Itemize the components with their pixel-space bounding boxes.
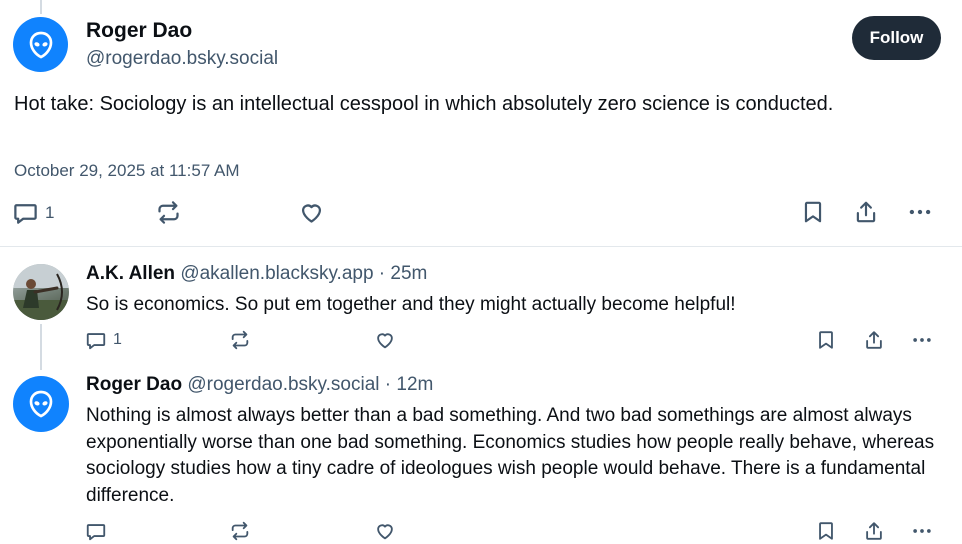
avatar-main-author[interactable] [13,17,68,72]
reply-like-button[interactable] [374,520,396,542]
reply-more-button[interactable] [910,329,934,351]
reply-bookmark-button[interactable] [815,329,837,351]
reply-repost-button[interactable] [229,520,251,542]
main-reply-count: 1 [45,202,55,222]
archer-photo-icon [13,264,69,320]
reply-author-name[interactable]: A.K. Allen [86,263,175,284]
share-icon [853,199,879,225]
more-icon [910,520,934,542]
share-icon [863,520,885,542]
divider [0,246,962,247]
main-like-button[interactable] [298,199,325,226]
main-reply-button[interactable]: 1 [12,199,54,226]
more-icon [906,199,934,225]
like-icon [374,329,396,351]
reply-header: A.K. Allen @akallen.blacksky.app · 25m [86,263,427,285]
reply-time[interactable]: · 25m [379,263,428,284]
more-icon [910,329,934,351]
main-author-name[interactable]: Roger Dao [86,19,192,43]
repost-icon [155,199,182,226]
thread-line-top [40,0,42,14]
alien-icon [25,388,57,420]
alien-icon [25,29,57,61]
reply-icon [85,520,107,542]
reply-author-name[interactable]: Roger Dao [86,374,182,395]
bookmark-icon [815,329,837,351]
main-more-button[interactable] [906,199,934,225]
like-icon [298,199,325,226]
repost-icon [229,329,251,351]
reply-reply-button[interactable] [85,520,107,542]
reply-bookmark-button[interactable] [815,520,837,542]
reply-repost-button[interactable] [229,329,251,351]
reply-share-button[interactable] [863,329,885,351]
bookmark-icon [815,520,837,542]
reply-text: So is economics. So put em together and … [86,294,736,315]
reply-text: Nothing is almost always better than a b… [86,405,935,506]
share-icon [863,329,885,351]
main-author-handle[interactable]: @rogerdao.bsky.social [86,48,278,70]
reply-icon [85,329,107,351]
reply-header: Roger Dao @rogerdao.bsky.social · 12m [86,374,433,396]
reply-author-handle[interactable]: @akallen.blacksky.app [180,263,373,284]
follow-button[interactable]: Follow [852,16,941,60]
bookmark-icon [800,199,826,225]
avatar-reply-author[interactable] [13,264,69,320]
reply-time[interactable]: · 12m [385,374,434,395]
like-icon [374,520,396,542]
reply-reply-button[interactable]: 1 [85,329,122,351]
thread-line-reply [40,324,42,370]
main-repost-button[interactable] [155,199,182,226]
reply-reply-count: 1 [113,331,122,348]
reply-author-handle[interactable]: @rogerdao.bsky.social [187,374,379,395]
reply-icon [12,199,39,226]
main-post-text: Hot take: Sociology is an intellectual c… [14,93,834,115]
main-share-button[interactable] [853,199,879,225]
main-bookmark-button[interactable] [800,199,826,225]
repost-icon [229,520,251,542]
reply-share-button[interactable] [863,520,885,542]
avatar-reply-author[interactable] [13,376,69,432]
main-post-date[interactable]: October 29, 2025 at 11:57 AM [14,161,240,181]
reply-like-button[interactable] [374,329,396,351]
reply-more-button[interactable] [910,520,934,542]
